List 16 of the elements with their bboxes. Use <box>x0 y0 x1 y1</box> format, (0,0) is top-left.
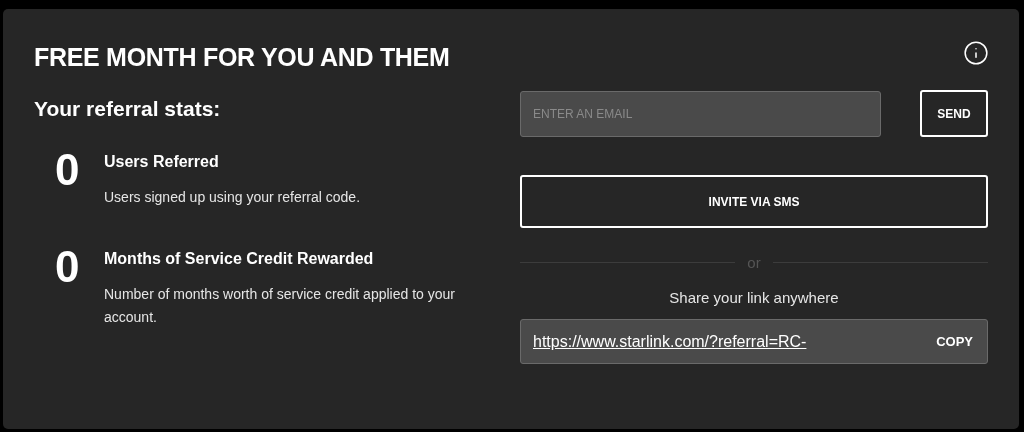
stat-value: 0 <box>55 245 81 293</box>
send-button[interactable]: SEND <box>920 90 988 137</box>
stat-value: 0 <box>55 148 81 196</box>
stat-label: Months of Service Credit Rewarded <box>104 249 375 269</box>
info-icon[interactable] <box>963 40 989 66</box>
stat-label: Users Referred <box>104 152 220 172</box>
invite-sms-button[interactable]: INVITE VIA SMS <box>520 175 988 228</box>
stat-description: Users signed up using your referral code. <box>104 188 361 207</box>
email-field[interactable]: ENTER AN EMAIL <box>520 90 881 137</box>
referral-link[interactable]: https://www.starlink.com/?referral=RC- <box>533 332 807 351</box>
stat-description: Number of months worth of service credit applied to your account. <box>104 285 456 327</box>
share-label: Share your link anywhere <box>669 289 839 306</box>
copy-button[interactable]: COPY <box>936 334 973 349</box>
card-title: FREE MONTH FOR YOU AND THEM <box>34 42 450 72</box>
share-link-field[interactable]: https://www.starlink.com/?referral=RC- COPY <box>520 319 988 364</box>
stats-heading: Your referral stats: <box>34 96 222 122</box>
